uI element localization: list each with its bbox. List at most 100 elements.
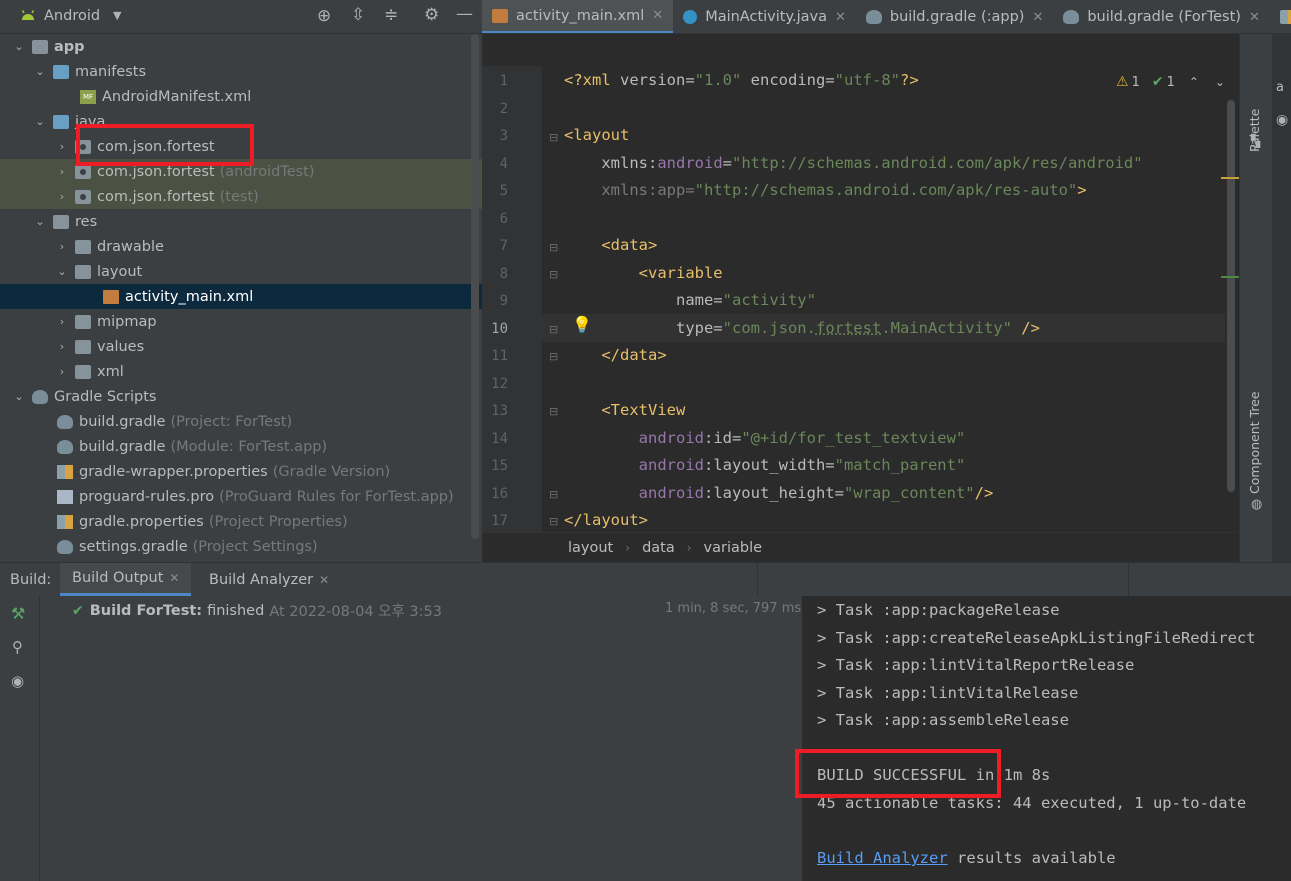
collapse-all-icon[interactable]: ≑ <box>384 5 398 25</box>
chevron-up-icon[interactable]: ⌃ <box>1189 75 1199 89</box>
warning-icon: ⚠ <box>1116 74 1129 90</box>
tab-build-gradle-app[interactable]: build.gradle (:app) ✕ <box>856 0 1053 33</box>
tab-build-output[interactable]: Build Output ✕ <box>60 563 192 596</box>
gear-icon[interactable]: ⚙ <box>424 5 439 25</box>
fold-icon[interactable]: ⊟ <box>549 515 558 528</box>
build-analyzer-link[interactable]: Build Analyzer <box>817 849 948 867</box>
tree-item-res[interactable]: ⌄ res <box>0 209 482 234</box>
check-icon: ✔ <box>1151 74 1164 90</box>
build-status-row[interactable]: ✔ Build ForTest: finished At 2022-08-04 … <box>72 600 442 621</box>
chevron-down-icon[interactable]: ⌄ <box>33 115 47 128</box>
tree-item-gradle-properties[interactable]: gradle.properties (Project Properties) <box>0 509 482 534</box>
tab-build-gradle-project[interactable]: build.gradle (ForTest) ✕ <box>1053 0 1270 33</box>
fold-icon[interactable]: ⊟ <box>549 268 558 281</box>
fold-icon[interactable]: ⊟ <box>549 488 558 501</box>
line-number: 4 <box>499 156 508 172</box>
code-line-4: xmlns:android="http://schemas.android.co… <box>601 154 1143 172</box>
folder-icon <box>75 339 91 354</box>
tree-item-proguard[interactable]: proguard-rules.pro (ProGuard Rules for F… <box>0 484 482 509</box>
chevron-right-icon[interactable]: › <box>55 315 69 328</box>
tree-item-gradle-scripts[interactable]: ⌄ Gradle Scripts <box>0 384 482 409</box>
chevron-right-icon: › <box>686 540 692 555</box>
close-icon[interactable]: ✕ <box>652 8 663 23</box>
chevron-right-icon[interactable]: › <box>55 365 69 378</box>
build-toolbar: ⚒ ⚲ ◉ <box>0 596 40 881</box>
folder-icon <box>53 64 69 79</box>
folder-icon <box>75 264 91 279</box>
tree-item-app[interactable]: ⌄ app <box>0 34 482 59</box>
tab-mainactivity[interactable]: MainActivity.java ✕ <box>673 0 856 33</box>
fold-icon[interactable]: ⊟ <box>549 350 558 363</box>
gradle-icon <box>1063 10 1080 24</box>
close-icon[interactable]: ✕ <box>835 10 846 25</box>
chevron-down-icon[interactable]: ⌄ <box>12 40 26 53</box>
gradle-icon <box>57 439 73 454</box>
build-tree: ✔ Build ForTest: finished At 2022-08-04 … <box>40 596 802 881</box>
tree-item-mipmap[interactable]: › mipmap <box>0 309 482 334</box>
chevron-right-icon[interactable]: › <box>55 340 69 353</box>
code-line-16: android:layout_height="wrap_content"/> <box>638 484 994 502</box>
chevron-right-icon[interactable]: › <box>55 165 69 178</box>
fold-icon[interactable]: ⊟ <box>549 241 558 254</box>
editor-scrollbar[interactable] <box>1221 66 1239 532</box>
gradle-icon <box>865 10 882 24</box>
console-line: > Task :app:assembleRelease <box>817 711 1069 729</box>
check-icon: ✔ <box>72 602 84 619</box>
tree-item-settings-gradle[interactable]: settings.gradle (Project Settings) <box>0 534 482 559</box>
breadcrumb-item[interactable]: layout <box>568 540 613 556</box>
chevron-down-icon[interactable]: ⌄ <box>33 215 47 228</box>
line-number: 5 <box>499 183 508 199</box>
chevron-down-icon[interactable]: ▼ <box>113 9 121 22</box>
folder-icon <box>53 114 69 129</box>
chevron-right-icon[interactable]: › <box>55 140 69 153</box>
close-icon[interactable]: ✕ <box>169 571 179 585</box>
fold-icon[interactable]: ⊟ <box>549 323 558 336</box>
console-line: > Task :app:packageRelease <box>817 601 1060 619</box>
chevron-down-icon[interactable]: ⌄ <box>1215 75 1225 89</box>
chevron-down-icon[interactable]: ⌄ <box>12 390 26 403</box>
chevron-down-icon[interactable]: ⌄ <box>55 265 69 278</box>
tree-item-layout[interactable]: ⌄ layout <box>0 259 482 284</box>
tree-item-xml[interactable]: › xml <box>0 359 482 384</box>
tree-item-androidmanifest[interactable]: MF AndroidManifest.xml <box>0 84 482 109</box>
breadcrumb-item[interactable]: variable <box>704 540 763 556</box>
hide-icon[interactable]: — <box>456 4 473 24</box>
close-icon[interactable]: ✕ <box>319 573 329 587</box>
tab-activity-main[interactable]: activity_main.xml ✕ <box>482 0 674 33</box>
tree-item-values[interactable]: › values <box>0 334 482 359</box>
gradle-icon <box>32 389 48 404</box>
tree-item-manifests[interactable]: ⌄ manifests <box>0 59 482 84</box>
tree-item-drawable[interactable]: › drawable <box>0 234 482 259</box>
inspection-widget[interactable]: ⚠ 1 ✔ 1 ⌃ ⌄ <box>1116 74 1225 90</box>
tree-item-build-gradle-project[interactable]: build.gradle (Project: ForTest) <box>0 409 482 434</box>
pin-icon[interactable]: ⚲ <box>12 638 23 656</box>
tree-item-activity-main[interactable]: activity_main.xml <box>0 284 482 309</box>
fold-icon[interactable]: ⊟ <box>549 405 558 418</box>
close-icon[interactable]: ✕ <box>1032 10 1043 25</box>
eye-icon[interactable]: ◉ <box>1276 112 1288 128</box>
locate-icon[interactable]: ⊕ <box>317 6 331 26</box>
gradle-icon <box>57 539 73 554</box>
hammer-icon[interactable]: ⚒ <box>11 604 25 623</box>
tree-item-package-test[interactable]: › com.json.fortest (test) <box>0 184 482 209</box>
chevron-down-icon[interactable]: ⌄ <box>33 65 47 78</box>
close-icon[interactable]: ✕ <box>1249 10 1260 25</box>
properties-file-icon <box>57 514 73 529</box>
breadcrumb-item[interactable]: data <box>642 540 675 556</box>
resource-folder-icon <box>53 214 69 229</box>
code-line-1: <?xml version="1.0" encoding="utf-8"?> <box>564 71 919 89</box>
component-tree-tool-button[interactable]: Component Tree <box>1247 384 1267 494</box>
eye-icon[interactable]: ◉ <box>11 672 24 690</box>
expand-all-icon[interactable]: ⇳ <box>351 5 365 25</box>
code-line-5: xmlns:app="http://schemas.android.com/ap… <box>601 181 1087 199</box>
tab-build-analyzer[interactable]: Build Analyzer ✕ <box>197 563 341 596</box>
tree-item-build-gradle-module[interactable]: build.gradle (Module: ForTest.app) <box>0 434 482 459</box>
project-view-selector[interactable]: Android <box>44 8 100 24</box>
module-folder-icon <box>32 39 48 54</box>
package-icon <box>75 189 91 204</box>
tab-gradle-cut[interactable]: gra <box>1270 0 1291 33</box>
fold-icon[interactable]: ⊟ <box>549 131 558 144</box>
chevron-right-icon[interactable]: › <box>55 190 69 203</box>
tree-item-gradle-wrapper[interactable]: gradle-wrapper.properties (Gradle Versio… <box>0 459 482 484</box>
chevron-right-icon[interactable]: › <box>55 240 69 253</box>
